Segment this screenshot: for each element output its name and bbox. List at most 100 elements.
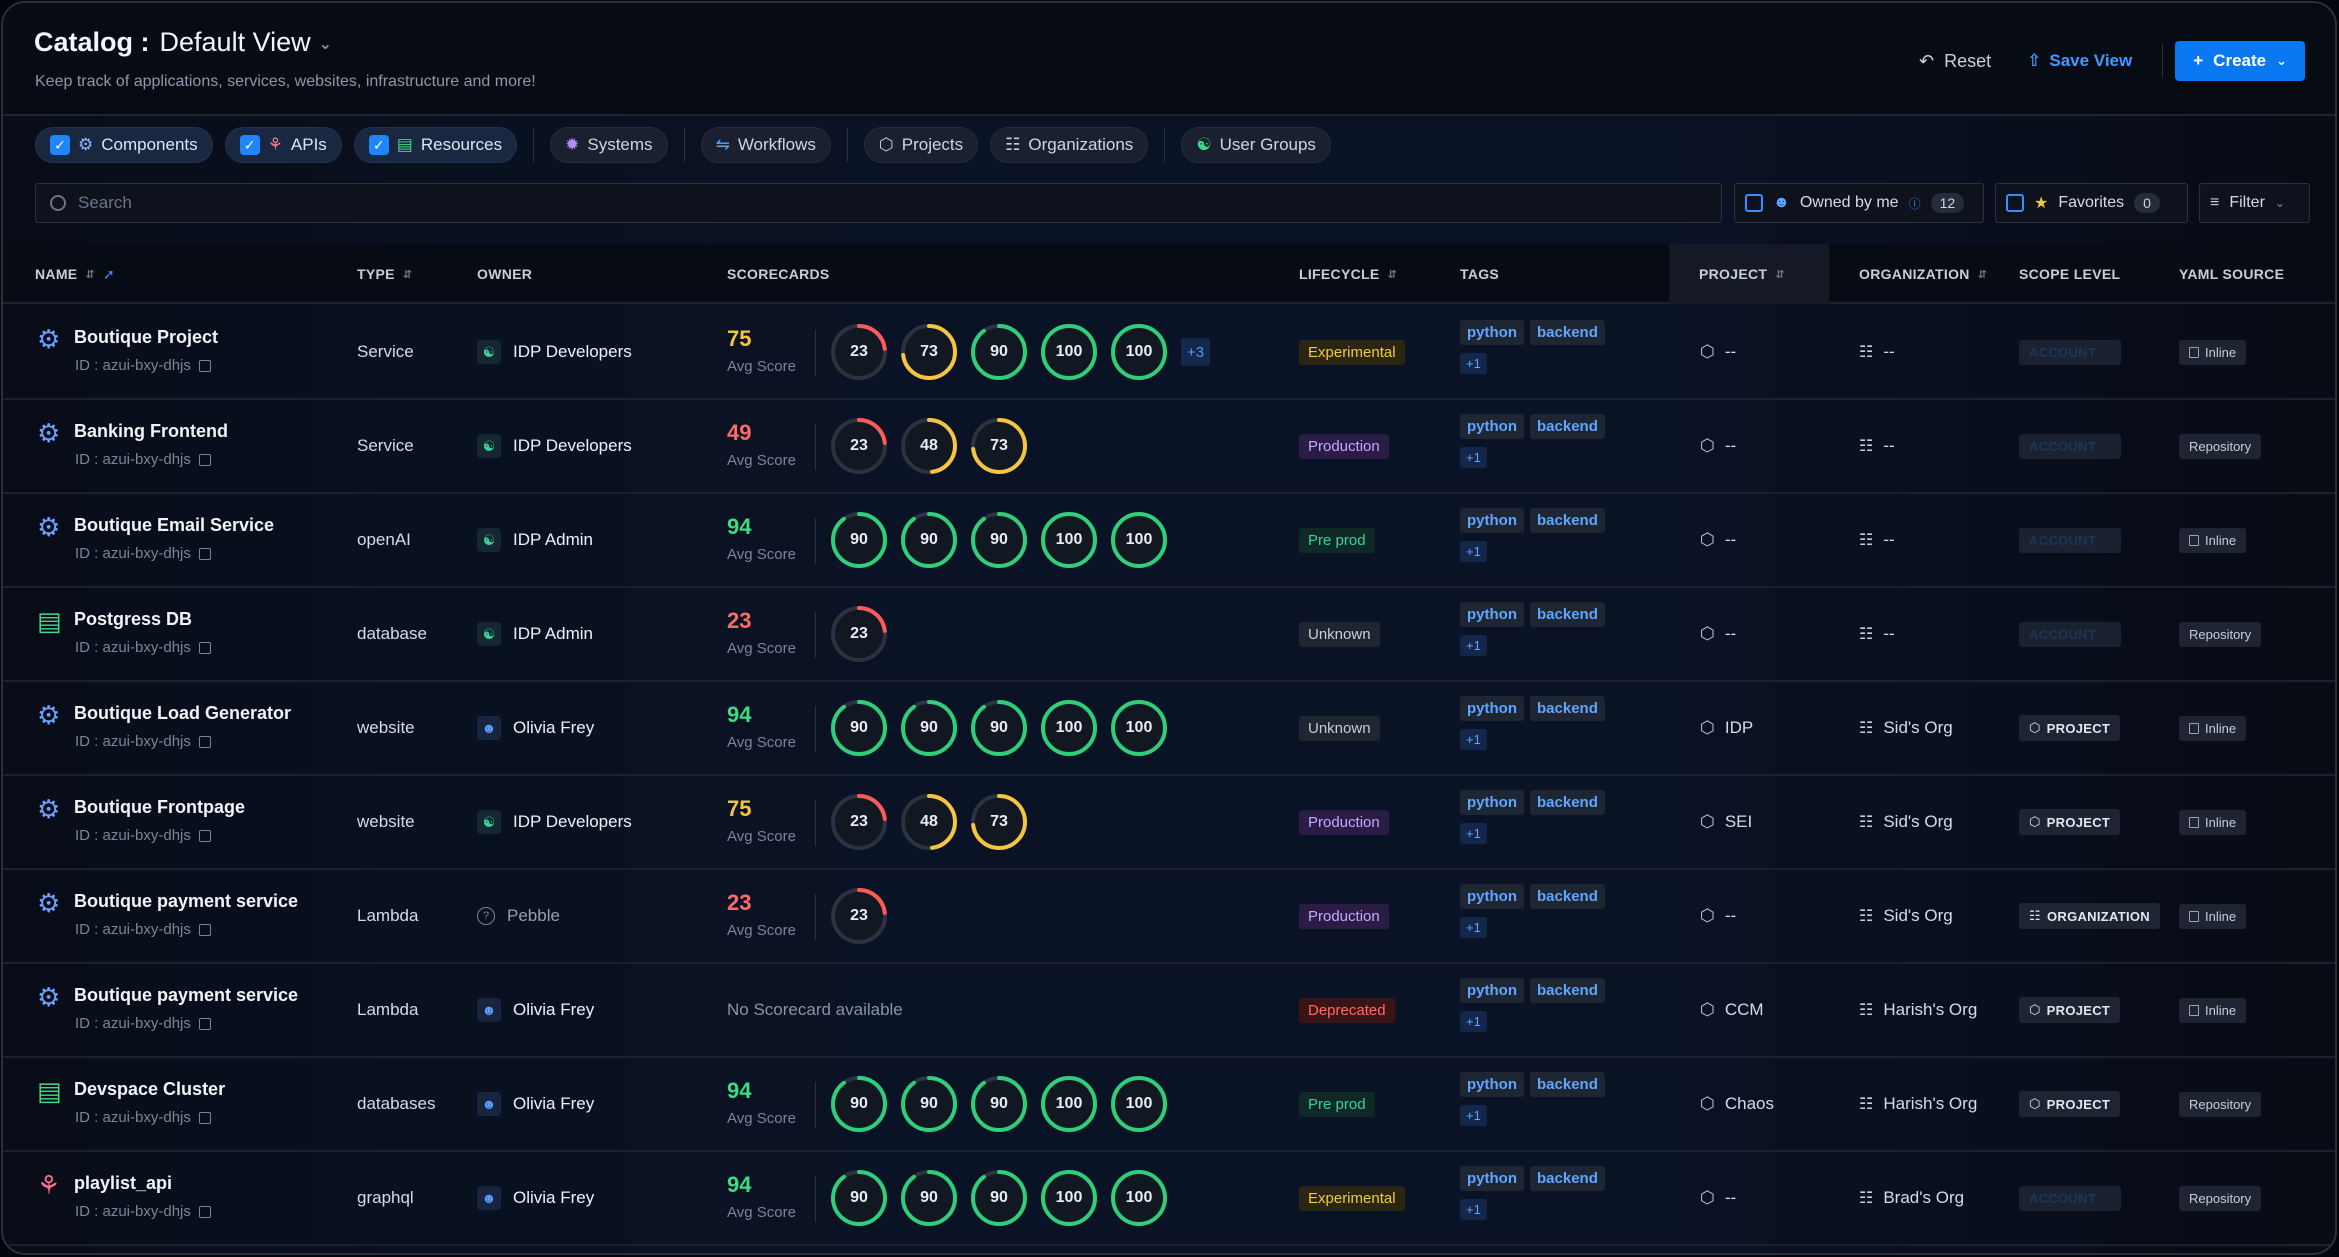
chip-user-groups[interactable]: ☯ User Groups <box>1181 127 1331 163</box>
owner[interactable]: ☯ IDP Developers <box>477 400 632 492</box>
sort-icon[interactable]: ⇵ <box>1387 268 1397 281</box>
more-tags-badge[interactable]: +1 <box>1460 1105 1487 1126</box>
search-bar[interactable] <box>35 183 1722 223</box>
chip-systems[interactable]: ✹ Systems <box>550 127 668 163</box>
entity-name-link[interactable]: Boutique Load Generator <box>74 703 291 724</box>
scorecard-ring[interactable]: 90 <box>829 510 889 570</box>
table-row[interactable]: ▤ Postgress DB ID : azui-bxy-dhjs database ☯… <box>3 588 2335 682</box>
chip-components[interactable]: ✓ ⚙ Components <box>35 127 213 163</box>
more-tags-badge[interactable]: +1 <box>1460 635 1487 656</box>
chip-workflows[interactable]: ⇋ Workflows <box>700 127 831 163</box>
copy-icon[interactable] <box>198 735 211 748</box>
copy-icon[interactable] <box>198 1205 211 1218</box>
table-row[interactable]: ⚙ Banking Frontend ID : azui-bxy-dhjs Servi… <box>3 400 2335 494</box>
scorecard-ring[interactable]: 90 <box>899 1168 959 1228</box>
more-tags-badge[interactable]: +1 <box>1460 823 1487 844</box>
checkbox[interactable] <box>2006 194 2024 212</box>
col-organization[interactable]: ORGANIZATION ⇵ <box>1859 244 1987 304</box>
chip-resources[interactable]: ✓ ▤ Resources <box>353 127 518 163</box>
create-button[interactable]: + Create ⌄ <box>2175 41 2305 81</box>
sort-icon[interactable]: ⇵ <box>85 268 95 281</box>
scorecard-ring[interactable]: 73 <box>969 792 1029 852</box>
owner[interactable]: ☻ Olivia Frey <box>477 1058 594 1150</box>
more-tags-badge[interactable]: +1 <box>1460 729 1487 750</box>
more-tags-badge[interactable]: +1 <box>1460 1011 1487 1032</box>
scorecard-ring[interactable]: 73 <box>969 416 1029 476</box>
copy-icon[interactable] <box>198 641 211 654</box>
owner[interactable]: ☯ IDP Admin <box>477 494 593 586</box>
entity-name-link[interactable]: Devspace Cluster <box>74 1079 225 1100</box>
save-view-button[interactable]: ⇧ Save View <box>2009 51 2150 71</box>
scorecard-ring[interactable]: 100 <box>1039 510 1099 570</box>
view-selector[interactable]: Default View <box>160 27 311 58</box>
owner[interactable]: ☻ Olivia Frey <box>477 1152 594 1244</box>
scorecard-ring[interactable]: 90 <box>829 1074 889 1134</box>
table-row[interactable]: ⚙ Boutique Frontpage ID : azui-bxy-dhjs web… <box>3 776 2335 870</box>
entity-name-link[interactable]: Boutique payment service <box>74 985 298 1006</box>
scorecard-ring[interactable]: 23 <box>829 792 889 852</box>
favorites-filter[interactable]: ★ Favorites 0 <box>1995 183 2188 223</box>
yaml-source-badge[interactable]: Inline <box>2179 809 2247 835</box>
table-row[interactable]: ⚙ Boutique Email Service ID : azui-bxy-dhj… <box>3 494 2335 588</box>
owner[interactable]: ☯ IDP Developers <box>477 306 632 398</box>
table-row[interactable]: ⚙ Boutique Load Generator ID : azui-bxy-dh… <box>3 682 2335 776</box>
col-project[interactable]: PROJECT ⇵ <box>1699 244 1785 304</box>
checkbox[interactable] <box>1745 194 1763 212</box>
scorecard-ring[interactable]: 100 <box>1109 1074 1169 1134</box>
copy-icon[interactable] <box>198 829 211 842</box>
entity-name-link[interactable]: Boutique Frontpage <box>74 797 245 818</box>
yaml-source-badge[interactable]: Repository <box>2179 1185 2262 1211</box>
yaml-source-badge[interactable]: Inline <box>2179 527 2247 553</box>
scorecard-ring[interactable]: 90 <box>969 1074 1029 1134</box>
entity-name-link[interactable]: Banking Frontend <box>74 421 228 442</box>
owner[interactable]: ☻ Olivia Frey <box>477 964 594 1056</box>
table-row[interactable]: ⚙ Boutique Project ID : azui-bxy-dhjs Servi… <box>3 306 2335 400</box>
chip-projects[interactable]: ⬡ Projects <box>863 127 979 163</box>
more-tags-badge[interactable]: +1 <box>1460 1199 1487 1220</box>
scorecard-ring[interactable]: 90 <box>899 698 959 758</box>
more-scorecards-badge[interactable]: +3 <box>1181 338 1211 366</box>
entity-name-link[interactable]: Boutique Email Service <box>74 515 274 536</box>
yaml-source-badge[interactable]: Inline <box>2179 715 2247 741</box>
scorecard-ring[interactable]: 100 <box>1109 698 1169 758</box>
table-row[interactable]: ▤ Devspace Cluster ID : azui-bxy-dhjs datab… <box>3 1058 2335 1152</box>
sort-icon[interactable]: ⇵ <box>403 268 413 281</box>
entity-name-link[interactable]: Boutique Project <box>74 327 218 348</box>
yaml-source-badge[interactable]: Inline <box>2179 339 2247 365</box>
scorecard-ring[interactable]: 90 <box>899 1074 959 1134</box>
table-row[interactable]: ⚙ Boutique payment service ID : azui-bxy-d… <box>3 964 2335 1058</box>
copy-icon[interactable] <box>198 1017 211 1030</box>
owner[interactable]: ? Pebble <box>477 870 560 962</box>
copy-icon[interactable] <box>198 453 211 466</box>
owner[interactable]: ☯ IDP Admin <box>477 588 593 680</box>
col-type[interactable]: TYPE ⇵ <box>357 244 412 304</box>
scorecard-ring[interactable]: 90 <box>899 510 959 570</box>
chevron-down-icon[interactable]: ⌄ <box>319 34 332 54</box>
scorecard-ring[interactable]: 100 <box>1039 1168 1099 1228</box>
reset-button[interactable]: ↶ Reset <box>1901 51 2009 72</box>
yaml-source-badge[interactable]: Repository <box>2179 433 2262 459</box>
scorecard-ring[interactable]: 90 <box>969 322 1029 382</box>
scorecard-ring[interactable]: 23 <box>829 886 889 946</box>
table-row[interactable]: ⚙ Boutique payment service ID : azui-bxy-d… <box>3 870 2335 964</box>
copy-icon[interactable] <box>198 359 211 372</box>
copy-icon[interactable] <box>198 1111 211 1124</box>
scorecard-ring[interactable]: 90 <box>969 1168 1029 1228</box>
checkbox-checked-icon[interactable]: ✓ <box>239 135 260 155</box>
chip-apis[interactable]: ✓ ⚘ APIs <box>224 127 342 163</box>
checkbox-checked-icon[interactable]: ✓ <box>368 135 389 155</box>
entity-name-link[interactable]: Postgress DB <box>74 609 192 630</box>
yaml-source-badge[interactable]: Inline <box>2179 903 2247 929</box>
scorecard-ring[interactable]: 90 <box>969 510 1029 570</box>
more-tags-badge[interactable]: +1 <box>1460 917 1487 938</box>
checkbox-checked-icon[interactable]: ✓ <box>50 135 70 155</box>
scorecard-ring[interactable]: 90 <box>969 698 1029 758</box>
scorecard-ring[interactable]: 100 <box>1109 510 1169 570</box>
chip-organizations[interactable]: ☷ Organizations <box>990 127 1149 163</box>
scorecard-ring[interactable]: 73 <box>899 322 959 382</box>
scorecard-ring[interactable]: 48 <box>899 792 959 852</box>
scorecard-ring[interactable]: 48 <box>899 416 959 476</box>
scorecard-ring[interactable]: 23 <box>829 416 889 476</box>
entity-name-link[interactable]: playlist_api <box>74 1173 172 1194</box>
pin-icon[interactable]: ➚ <box>103 266 115 283</box>
